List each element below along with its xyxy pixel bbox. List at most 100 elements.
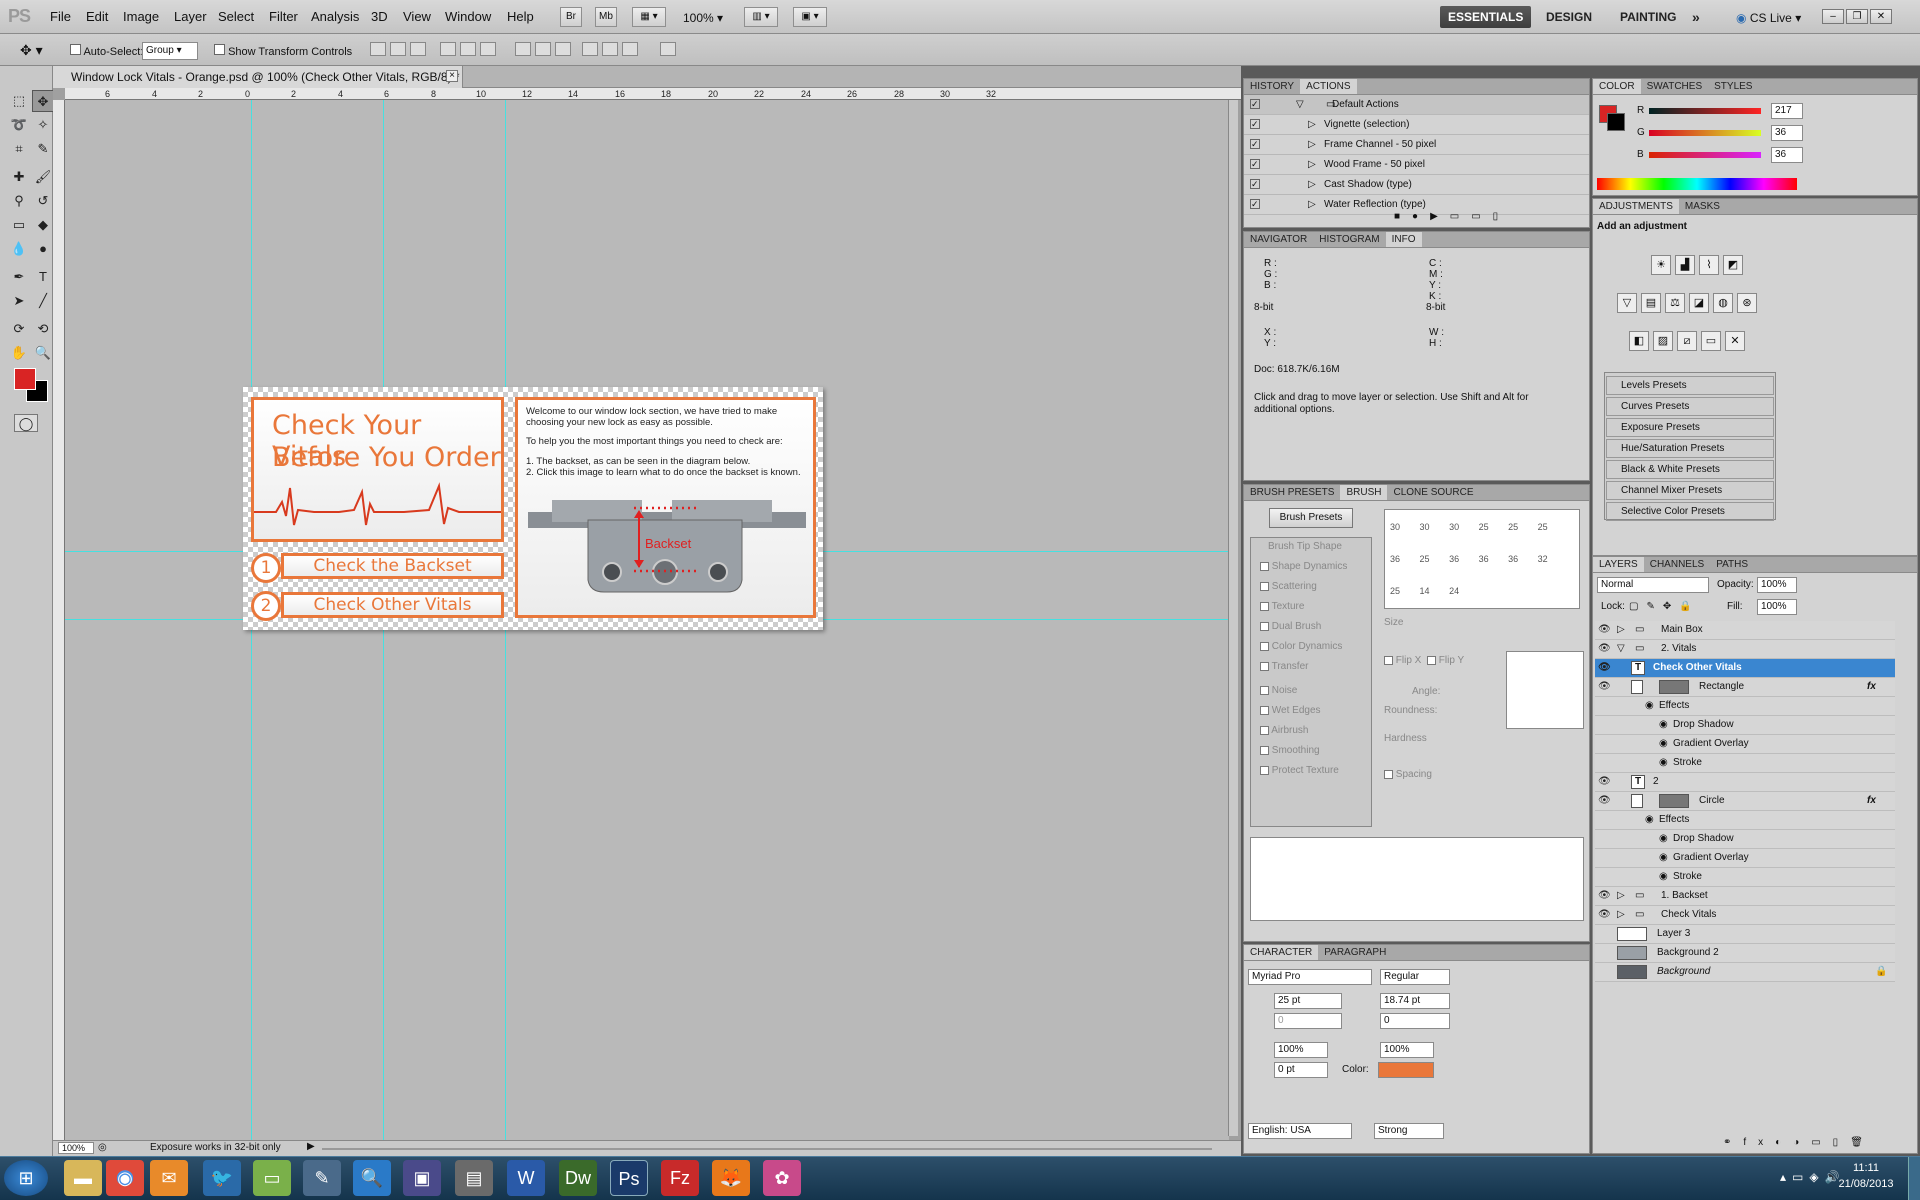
expand-arrow-icon[interactable]: ▷ [1308, 115, 1316, 134]
restore-button[interactable]: ❐ [1846, 9, 1868, 24]
blend-mode-dropdown[interactable]: Normal [1597, 577, 1709, 593]
leading-field[interactable]: 18.74 pt [1380, 993, 1450, 1009]
effects-eye-icon[interactable]: ◉ [1645, 811, 1654, 829]
firefox-taskbar-icon[interactable]: 🦊 [712, 1160, 750, 1196]
toggle-check-icon[interactable]: ✓ [1250, 99, 1260, 109]
layer-row[interactable]: ◉ Gradient Overlay [1595, 849, 1895, 868]
horizontal-scrollbar[interactable] [322, 1148, 1212, 1150]
layer-row[interactable]: ◉ Drop Shadow [1595, 716, 1895, 735]
check-other-vitals-button[interactable]: Check Other Vitals [281, 592, 504, 618]
bridge-button[interactable]: Br [560, 7, 582, 27]
brush-option-texture[interactable]: Texture [1260, 601, 1304, 612]
tab-actions[interactable]: ACTIONS [1300, 79, 1357, 94]
expand-arrow-icon[interactable]: ▽ [1296, 95, 1304, 114]
visibility-eye-icon[interactable]: 👁 [1598, 796, 1611, 806]
visibility-eye-icon[interactable]: 👁 [1598, 682, 1611, 692]
step-1-circle[interactable]: 1 [251, 553, 281, 583]
tab-masks[interactable]: MASKS [1679, 199, 1726, 214]
anti-alias-dropdown[interactable]: Strong [1374, 1123, 1444, 1139]
layer-row[interactable]: 👁 T 2 [1595, 773, 1895, 792]
layer-row[interactable]: 👁 ▷ ▭ Check Vitals [1595, 906, 1895, 925]
folder-taskbar-icon[interactable]: ▭ [253, 1160, 291, 1196]
tab-brush-presets[interactable]: BRUSH PRESETS [1244, 485, 1340, 500]
quick-select-tool-icon[interactable]: ✧ [32, 114, 54, 136]
hue-saturation-icon[interactable]: ▤ [1641, 293, 1661, 313]
group-expand-icon[interactable]: ▽ [1617, 640, 1625, 658]
toggle-check-icon[interactable]: ✓ [1250, 159, 1260, 169]
3d-orbit-tool-icon[interactable]: ⟲ [32, 318, 54, 340]
zoom-field[interactable]: 100% [58, 1142, 94, 1154]
exposure-icon[interactable]: ◩ [1723, 255, 1743, 275]
preset-item-selective-color[interactable]: Selective Color Presets [1606, 502, 1774, 521]
pen-tool-icon[interactable]: ✒ [8, 266, 30, 288]
expand-arrow-icon[interactable]: ▷ [1308, 155, 1316, 174]
eyedropper-tool-icon[interactable]: ✎ [32, 138, 54, 160]
distribute-top-icon[interactable] [515, 42, 531, 56]
menu-filter[interactable]: Filter [269, 9, 298, 24]
tab-info[interactable]: INFO [1385, 232, 1422, 247]
hand-tool-icon[interactable]: ✋ [8, 342, 30, 364]
auto-align-layers-icon[interactable] [660, 42, 676, 56]
status-info-icon[interactable]: ◎ [98, 1142, 110, 1154]
visibility-eye-icon[interactable]: 👁 [1598, 910, 1611, 920]
action-item[interactable]: ✓ ▷ Frame Channel - 50 pixel [1244, 135, 1589, 155]
tab-character[interactable]: CHARACTER [1244, 945, 1319, 960]
distribute-hcenter-icon[interactable] [602, 42, 618, 56]
minimize-button[interactable]: – [1822, 9, 1844, 24]
tracking-field[interactable]: 0 [1380, 1013, 1450, 1029]
brush-option-dual-brush[interactable]: Dual Brush [1260, 621, 1321, 632]
align-hcenter-icon[interactable] [460, 42, 476, 56]
show-desktop-button[interactable] [1908, 1157, 1920, 1200]
layer-row[interactable]: Background 2 [1595, 944, 1895, 963]
menu-window[interactable]: Window [445, 9, 491, 24]
distribute-right-icon[interactable] [622, 42, 638, 56]
dodge-tool-icon[interactable]: ● [32, 238, 54, 260]
vibrance-icon[interactable]: ▽ [1617, 293, 1637, 313]
action-item[interactable]: ✓ ▷ Vignette (selection) [1244, 115, 1589, 135]
move-tool-preset-icon[interactable]: ✥ ▾ [20, 42, 43, 59]
workspace-painting[interactable]: PAINTING [1612, 6, 1684, 28]
align-top-icon[interactable] [370, 42, 386, 56]
curves-icon[interactable]: ⌇ [1699, 255, 1719, 275]
status-message[interactable]: Exposure works in 32-bit only [150, 1142, 281, 1153]
spacing-checkbox[interactable]: Spacing [1384, 769, 1432, 780]
preset-item-black-white[interactable]: Black & White Presets [1606, 460, 1774, 479]
start-button-icon[interactable]: ⊞ [4, 1160, 48, 1196]
invert-icon[interactable]: ◧ [1629, 331, 1649, 351]
tab-channels[interactable]: CHANNELS [1644, 557, 1710, 572]
tab-layers[interactable]: LAYERS [1593, 557, 1644, 572]
group-expand-icon[interactable]: ▷ [1617, 887, 1625, 905]
line-tool-icon[interactable]: ╱ [32, 290, 54, 312]
brush-option-protect-texture[interactable]: Protect Texture [1260, 765, 1339, 776]
menu-3d[interactable]: 3D [371, 9, 388, 24]
view-extras-dropdown[interactable]: ▦ ▾ [632, 7, 666, 27]
cs-live-menu[interactable]: ◉ CS Live ▾ [1736, 11, 1801, 25]
align-left-icon[interactable] [440, 42, 456, 56]
distribute-bottom-icon[interactable] [555, 42, 571, 56]
tab-navigator[interactable]: NAVIGATOR [1244, 232, 1313, 247]
layer-row[interactable]: ◉ Effects [1595, 811, 1895, 830]
chrome-taskbar-icon[interactable]: ◉ [106, 1160, 144, 1196]
color-bg-swatch[interactable] [1607, 113, 1625, 131]
preset-item-curves[interactable]: Curves Presets [1606, 397, 1774, 416]
threshold-icon[interactable]: ⧄ [1677, 331, 1697, 351]
tab-styles[interactable]: STYLES [1708, 79, 1758, 94]
tab-brush[interactable]: BRUSH [1340, 485, 1388, 500]
fill-field[interactable]: 100% [1757, 599, 1797, 615]
action-item[interactable]: ✓ ▷ Wood Frame - 50 pixel [1244, 155, 1589, 175]
tab-paragraph[interactable]: PARAGRAPH [1318, 945, 1392, 960]
effect-eye-icon[interactable]: ◉ [1659, 754, 1668, 772]
kerning-field[interactable]: 0 [1274, 1013, 1342, 1029]
red-value-field[interactable]: 217 [1771, 103, 1803, 119]
vertical-scrollbar[interactable] [1228, 100, 1238, 1136]
vertical-scale-field[interactable]: 100% [1274, 1042, 1328, 1058]
screen-mode-dropdown[interactable]: ▣ ▾ [793, 7, 827, 27]
horizontal-scale-field[interactable]: 100% [1380, 1042, 1434, 1058]
clone-stamp-tool-icon[interactable]: ⚲ [8, 190, 30, 212]
green-slider[interactable] [1649, 130, 1761, 136]
color-balance-icon[interactable]: ⚖ [1665, 293, 1685, 313]
align-vcenter-icon[interactable] [390, 42, 406, 56]
opacity-field[interactable]: 100% [1757, 577, 1797, 593]
align-bottom-icon[interactable] [410, 42, 426, 56]
clock-date[interactable]: 21/08/2013 [1836, 1178, 1896, 1190]
